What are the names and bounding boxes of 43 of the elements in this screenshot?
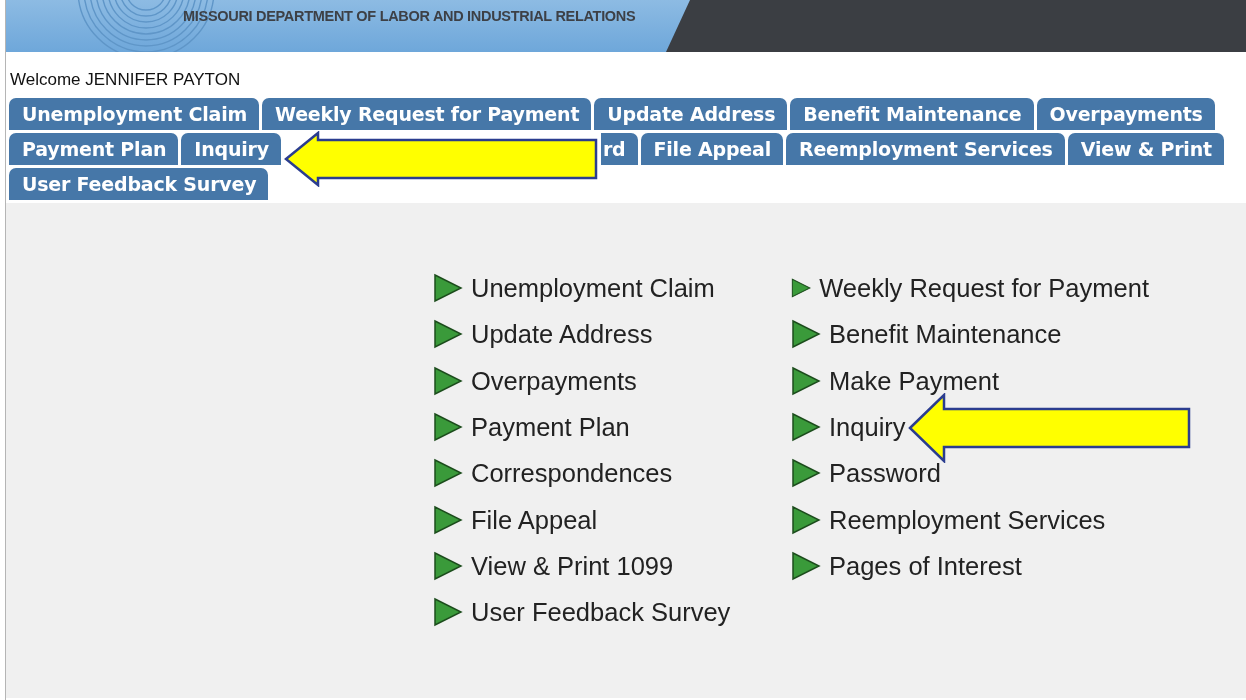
nav-tab[interactable]: File Appeal <box>640 133 783 165</box>
menu-link[interactable]: View & Print 1099 <box>471 546 674 586</box>
menu-link[interactable]: Weekly Request for Payment <box>819 269 1149 308</box>
nav-tab[interactable]: Weekly Request for Payment <box>262 98 592 130</box>
welcome-text: Welcome JENNIFER PAYTON <box>9 69 242 91</box>
triangle-icon <box>433 458 463 489</box>
nav-tab[interactable]: Reemployment Services <box>785 133 1065 165</box>
nav-tab[interactable]: Update Address <box>594 98 788 130</box>
nav-tab[interactable]: Unemployment Claim <box>9 98 260 130</box>
header-title: MISSOURI DEPARTMENT OF LABOR AND INDUSTRIAL RELATIONS <box>183 7 636 26</box>
nav-tab[interactable]: View & Print <box>1067 133 1224 165</box>
menu-link[interactable]: Password <box>829 454 941 493</box>
nav-tab[interactable]: Overpayments <box>1036 98 1215 130</box>
triangle-icon <box>433 550 463 581</box>
menu-link[interactable]: File Appeal <box>471 500 598 539</box>
triangle-icon <box>433 597 463 628</box>
menu-link[interactable]: Inquiry <box>829 407 906 447</box>
triangle-icon <box>433 504 463 535</box>
triangle-icon <box>791 458 821 489</box>
menu-link[interactable]: Make Payment <box>829 361 1000 400</box>
nav-tab[interactable]: Benefit Maintenance <box>790 98 1034 130</box>
triangle-icon <box>791 504 821 535</box>
triangle-icon <box>791 412 821 443</box>
triangle-icon <box>791 319 821 350</box>
menu-link[interactable]: Reemployment Services <box>829 500 1106 539</box>
menu-link[interactable]: Correspondences <box>471 454 673 493</box>
triangle-icon <box>791 365 821 396</box>
nav-tab[interactable]: Inquiry <box>181 133 281 165</box>
menu-link[interactable]: Update Address <box>471 315 653 354</box>
menu-link[interactable]: User Feedback Survey <box>471 593 731 632</box>
menu-link[interactable]: Overpayments <box>471 361 637 400</box>
nav-tab[interactable]: Payment Plan <box>9 133 179 165</box>
triangle-icon <box>433 273 463 304</box>
triangle-icon <box>433 319 463 350</box>
nav-tab[interactable]: User Feedback Survey <box>9 168 269 200</box>
triangle-icon <box>433 365 463 396</box>
triangle-icon <box>433 412 463 443</box>
menu-link[interactable]: Payment Plan <box>471 407 630 447</box>
nav-tab[interactable]: rd <box>600 133 638 165</box>
menu-link[interactable]: Unemployment Claim <box>471 269 715 308</box>
menu-link[interactable]: Pages of Interest <box>829 546 1022 586</box>
triangle-icon <box>791 550 821 581</box>
menu-link[interactable]: Benefit Maintenance <box>829 315 1062 354</box>
